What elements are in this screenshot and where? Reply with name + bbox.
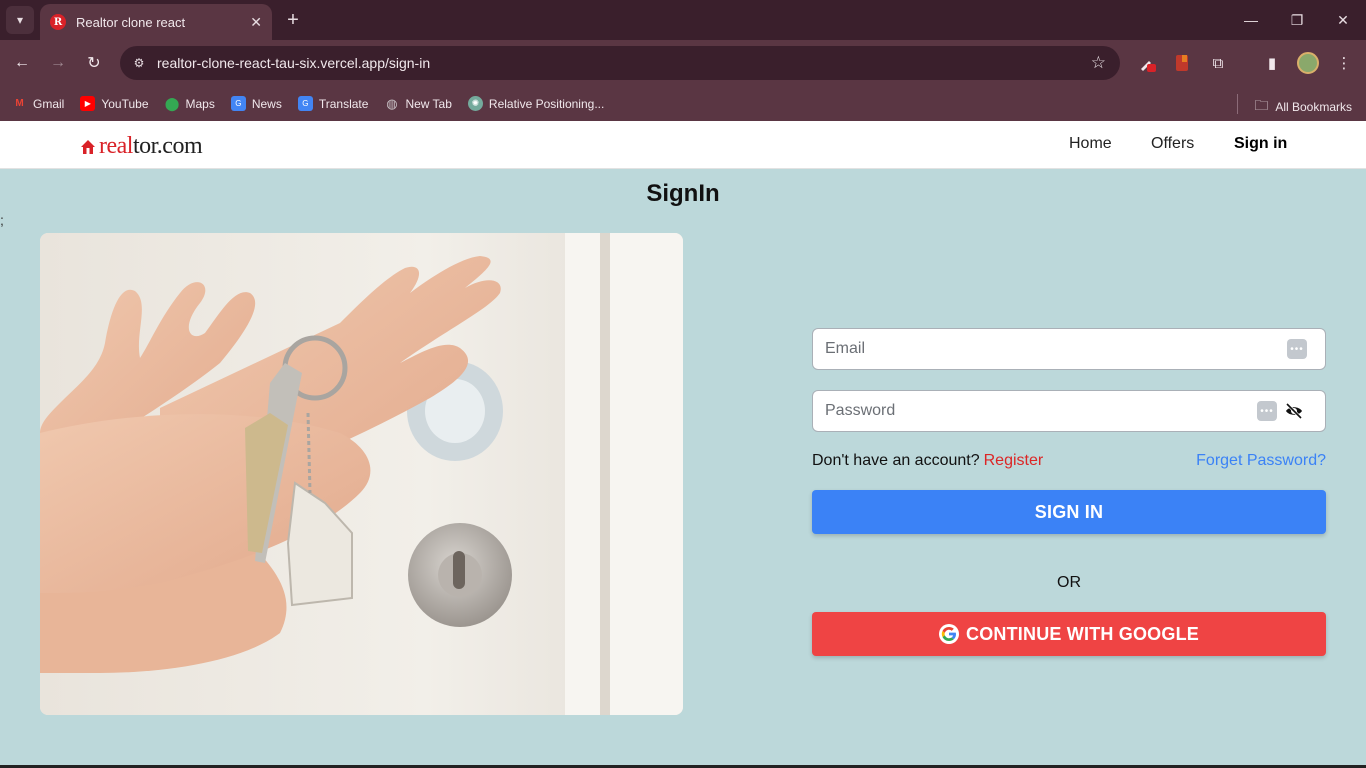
bookmark-new-tab[interactable]: ◍ New Tab — [384, 95, 452, 111]
browser-toolbar: ← → ↻ ⚙ realtor-clone-react-tau-six.verc… — [0, 40, 1366, 86]
bookmark-youtube[interactable]: ▶ YouTube — [80, 96, 149, 111]
forward-icon[interactable]: → — [45, 50, 71, 76]
logo-text-dark: tor.com — [132, 133, 203, 159]
globe-icon: ◍ — [386, 95, 398, 111]
forgot-password-link[interactable]: Forget Password? — [1196, 452, 1326, 470]
sign-in-form: ••• ••• Don't have an account?Register F… — [812, 328, 1326, 656]
profile-avatar[interactable] — [1297, 52, 1319, 74]
no-account-text: Don't have an account? — [812, 452, 980, 469]
chatgpt-icon: ✺ — [467, 96, 483, 111]
extensions-icon[interactable]: ⧉ — [1207, 52, 1229, 74]
back-icon[interactable]: ← — [9, 50, 35, 76]
house-logo-icon — [81, 139, 95, 154]
bookmark-label: Maps — [185, 96, 215, 111]
continue-with-google-button[interactable]: CONTINUE WITH GOOGLE — [812, 612, 1326, 656]
bookmark-relative-positioning[interactable]: ✺ Relative Positioning... — [467, 96, 605, 111]
email-field[interactable]: ••• — [812, 328, 1326, 370]
password-manager-icon[interactable]: ••• — [1287, 339, 1307, 359]
close-window-icon[interactable]: ✕ — [1320, 6, 1366, 34]
password-manager-icon[interactable]: ••• — [1257, 401, 1277, 421]
realtor-logo[interactable]: real tor.com — [80, 133, 203, 160]
eyedropper-extension-icon[interactable] — [1136, 52, 1158, 74]
new-tab-icon[interactable]: + — [282, 8, 304, 32]
bookmark-label: Translate — [318, 96, 369, 111]
nav-home[interactable]: Home — [1069, 135, 1112, 153]
more-menu-icon[interactable]: ⋮ — [1333, 52, 1355, 74]
gmail-icon: M — [15, 98, 24, 109]
eye-slash-icon[interactable] — [1285, 402, 1303, 420]
bookmark-translate[interactable]: G Translate — [297, 96, 369, 111]
browser-tab[interactable]: R Realtor clone react ✕ — [40, 4, 272, 40]
address-bar[interactable]: ⚙ realtor-clone-react-tau-six.vercel.app… — [120, 46, 1120, 80]
minimize-icon[interactable]: — — [1228, 6, 1274, 34]
tab-title: Realtor clone react — [76, 14, 186, 30]
tab-close-icon[interactable]: ✕ — [250, 14, 262, 31]
bookmark-label: Gmail — [33, 96, 65, 111]
bookmark-label: New Tab — [405, 96, 452, 111]
restore-icon[interactable]: ❐ — [1274, 6, 1320, 34]
bookmark-label: News — [251, 96, 282, 111]
sign-in-button[interactable]: SIGN IN — [812, 490, 1326, 534]
browser-tab-bar: ▾ R Realtor clone react ✕ + — ❐ ✕ — [0, 0, 1366, 40]
bookmark-label: Relative Positioning... — [488, 96, 605, 111]
news-icon: G — [230, 96, 246, 111]
account-links-row: Don't have an account? Register Forget Pa… — [812, 452, 1326, 470]
bookmarks-divider — [1237, 94, 1238, 114]
reload-icon[interactable]: ↻ — [81, 50, 107, 76]
bookmark-star-icon[interactable]: ☆ — [1091, 53, 1106, 73]
youtube-icon: ▶ — [80, 96, 96, 111]
all-bookmarks-label: All Bookmarks — [1275, 100, 1352, 114]
password-input[interactable] — [825, 402, 1225, 420]
google-icon — [939, 624, 959, 644]
site-info-icon[interactable]: ⚙ — [130, 54, 148, 72]
folder-icon: 🗀 — [1254, 97, 1269, 113]
register-link[interactable]: Register — [984, 452, 1044, 469]
bookmark-label: YouTube — [101, 96, 149, 111]
tab-search-icon[interactable]: ▾ — [6, 6, 34, 34]
google-button-label: CONTINUE WITH GOOGLE — [966, 623, 1199, 644]
realtor-favicon-icon: R — [50, 14, 66, 30]
page-title: SignIn — [646, 180, 720, 207]
nav-sign-in[interactable]: Sign in — [1234, 135, 1287, 153]
side-panel-icon[interactable]: ▮ — [1261, 52, 1283, 74]
maps-icon: ⬤ — [164, 95, 180, 111]
bookmark-extension-icon[interactable] — [1171, 52, 1193, 74]
email-input[interactable] — [825, 340, 1225, 358]
all-bookmarks[interactable]: 🗀 All Bookmarks — [1254, 95, 1352, 119]
bookmark-maps[interactable]: ⬤ Maps — [165, 96, 215, 111]
hand-holding-keys-image — [40, 233, 683, 715]
bookmarks-bar: M Gmail ▶ YouTube ⬤ Maps G News G Transl… — [0, 86, 1366, 121]
nav-offers[interactable]: Offers — [1151, 135, 1194, 153]
site-header: real tor.com Home Offers Sign in — [0, 121, 1366, 169]
or-divider: OR — [1057, 574, 1081, 591]
url-text[interactable]: realtor-clone-react-tau-six.vercel.app/s… — [157, 55, 430, 71]
bookmark-gmail[interactable]: M Gmail — [12, 96, 64, 111]
logo-text-red: real — [99, 133, 133, 159]
password-field[interactable]: ••• — [812, 390, 1326, 432]
stray-text: ; — [0, 212, 4, 228]
translate-icon: G — [297, 96, 313, 111]
bookmark-news[interactable]: G News — [230, 96, 282, 111]
